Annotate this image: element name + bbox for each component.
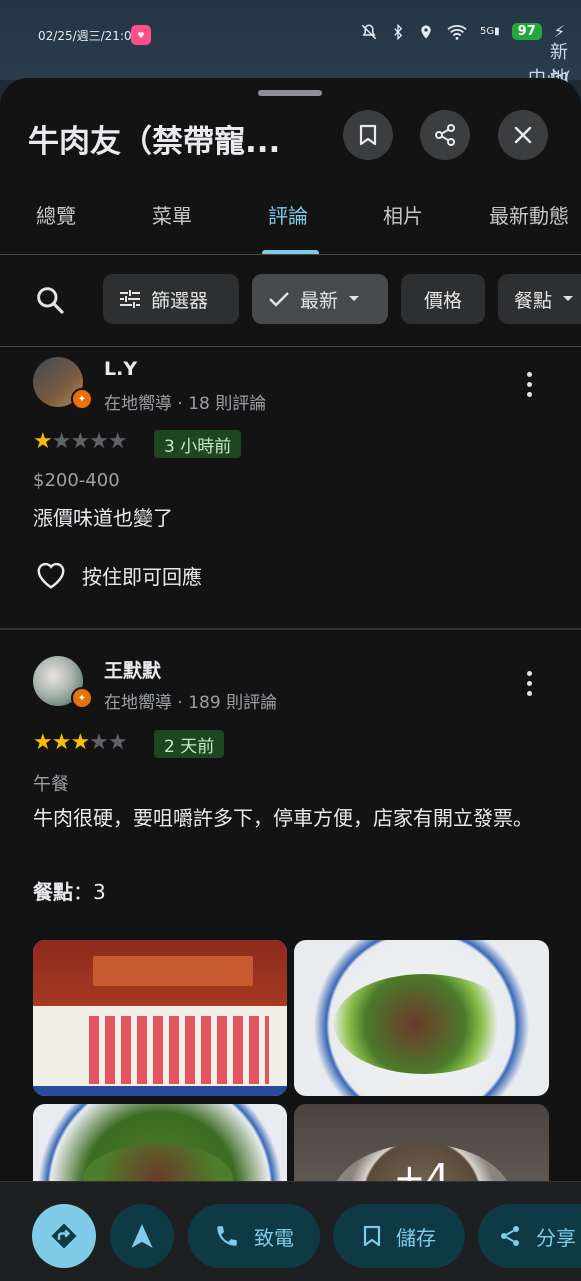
save-button[interactable]: 儲存 (333, 1204, 465, 1268)
tab-bar: 總覽 菜單 評論 相片 最新動態 (0, 196, 581, 255)
close-icon (514, 126, 532, 144)
meal-chip[interactable]: 餐點 (498, 274, 581, 324)
reviewer-name[interactable]: 王默默 (104, 656, 161, 683)
share-icon (435, 124, 455, 146)
star-rating: ★★★★★ (33, 730, 128, 755)
filter-chip[interactable]: 篩選器 (103, 274, 239, 324)
call-label: 致電 (254, 1225, 294, 1250)
call-button[interactable]: 致電 (188, 1204, 320, 1268)
directions-icon (51, 1223, 77, 1249)
reviewer-meta: 在地嚮導 · 18 則評論 (104, 394, 267, 414)
tab-updates[interactable]: 最新動態 (489, 200, 569, 229)
heart-icon (37, 562, 65, 589)
tune-icon (120, 290, 140, 308)
share-action-button[interactable]: 分享 (478, 1204, 581, 1268)
food-rating: 餐點：3 (33, 874, 553, 910)
price-chip[interactable]: 價格 (401, 274, 485, 324)
more-options-icon[interactable] (522, 671, 536, 701)
place-title: 牛肉友（禁帶寵... (28, 124, 281, 160)
review-price: $200-400 (33, 470, 120, 491)
reviewer-meta: 在地嚮導 · 189 則評論 (104, 693, 278, 713)
food-rating-value: ：3 (73, 880, 106, 904)
location-icon (421, 24, 431, 39)
share-button[interactable] (420, 110, 470, 160)
meal-chip-label: 餐點 (514, 289, 553, 312)
filter-chip-label: 篩選器 (151, 289, 209, 312)
tab-photos[interactable]: 相片 (383, 200, 423, 229)
share-label: 分享 (536, 1225, 576, 1250)
drag-handle[interactable] (258, 90, 322, 96)
bookmark-button[interactable] (343, 110, 393, 160)
photo-price-row (33, 1086, 287, 1096)
action-bar: 致電 儲存 分享 (0, 1181, 581, 1281)
react-button[interactable]: 按住即可回應 (34, 560, 202, 590)
signal-icon: 5G▮ (480, 26, 500, 37)
wifi-icon (447, 24, 467, 40)
tab-reviews[interactable]: 評論 (268, 200, 308, 229)
close-button[interactable] (498, 110, 548, 160)
bluetooth-icon (394, 23, 403, 40)
review-photo[interactable] (294, 940, 549, 1096)
review-time-badge: 2 天前 (154, 730, 225, 758)
review-photo[interactable] (33, 940, 287, 1096)
reviewer-name[interactable]: L.Y (104, 358, 137, 380)
local-guide-badge-icon: ✦ (71, 388, 93, 410)
review-text: 牛肉很硬，要咀嚼許多下，停車方便，店家有開立發票。 (33, 806, 533, 830)
photo-beef-dish (334, 974, 514, 1074)
sort-chip[interactable]: 最新 (252, 274, 388, 324)
review-time-badge: 3 小時前 (154, 430, 242, 458)
battery-icon: 97 (511, 23, 542, 40)
navigation-arrow-icon (131, 1224, 153, 1248)
local-guide-badge-icon: ✦ (71, 687, 93, 709)
app-notification-icon: ♥ (131, 25, 151, 45)
star-rating: ★★★★★ (33, 429, 128, 454)
photo-sign (93, 956, 253, 986)
more-options-icon[interactable] (522, 372, 536, 402)
review-text: 漲價味道也變了 (33, 506, 173, 530)
check-icon (269, 292, 289, 307)
share-icon (501, 1226, 519, 1246)
review-meal-type: 午餐 (33, 774, 69, 795)
status-icons: 5G▮ 97 ⚡ (360, 22, 565, 41)
price-chip-label: 價格 (423, 289, 462, 312)
search-icon[interactable] (34, 284, 66, 316)
charging-icon: ⚡ (553, 22, 565, 41)
status-bar: 新地 中心( 02/25/週三/21:09 ♥ 5G▮ 97 ⚡ (0, 0, 581, 89)
react-label: 按住即可回應 (82, 564, 202, 589)
place-sheet: 牛肉友（禁帶寵... 總覽 菜單 評論 相片 最新動態 篩選器 最新 價格 餐點… (0, 78, 581, 1280)
dropdown-arrow-icon (563, 296, 574, 301)
photo-menu-text (89, 1016, 269, 1084)
start-navigation-button[interactable] (110, 1204, 174, 1268)
mute-icon (361, 23, 377, 39)
save-label: 儲存 (396, 1225, 436, 1250)
bookmark-icon (359, 124, 377, 146)
status-time: 02/25/週三/21:09 (38, 29, 140, 43)
tab-overview[interactable]: 總覽 (36, 200, 76, 229)
directions-button[interactable] (32, 1204, 96, 1268)
review-filter-bar: 篩選器 最新 價格 餐點 (0, 254, 581, 347)
bookmark-icon (363, 1225, 381, 1247)
food-rating-label: 餐點 (33, 880, 73, 904)
tab-menu[interactable]: 菜單 (152, 200, 192, 229)
phone-icon (217, 1226, 237, 1246)
review-divider (0, 628, 581, 630)
sort-chip-label: 最新 (300, 289, 339, 312)
dropdown-arrow-icon (349, 296, 360, 301)
